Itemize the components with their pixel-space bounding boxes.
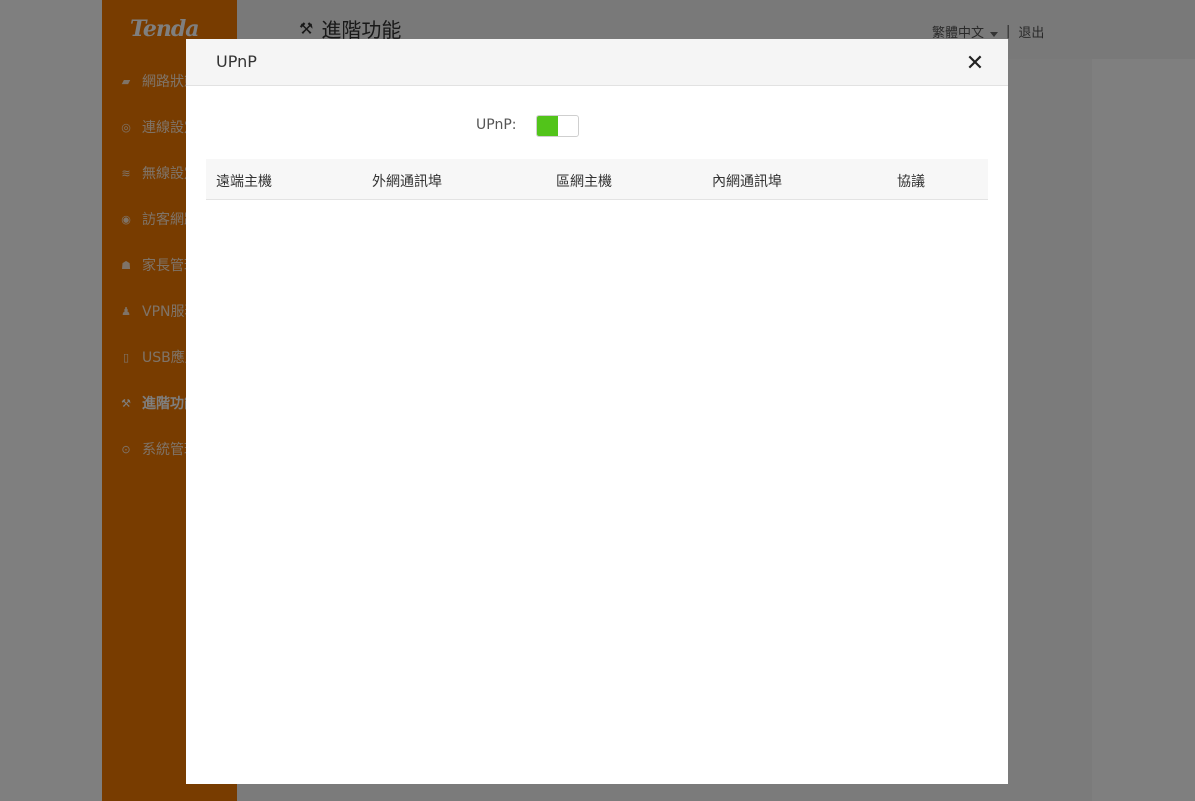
column-header-internal-port: 內網通訊埠 [712,174,782,190]
column-header-lan-host: 區網主機 [556,174,612,190]
upnp-modal: UPnP ✕ UPnP: 遠端主機 外網通訊埠 區網主機 內網通訊埠 協議 [186,39,1008,784]
upnp-setting-row: UPnP: [186,115,1008,137]
column-header-external-port: 外網通訊埠 [372,174,442,190]
column-header-remote-host: 遠端主機 [216,174,272,190]
close-icon[interactable]: ✕ [964,53,986,75]
modal-header: UPnP ✕ [186,39,1008,86]
table-header: 遠端主機 外網通訊埠 區網主機 內網通訊埠 協議 [206,159,988,200]
column-header-protocol: 協議 [897,174,925,190]
modal-title: UPnP [216,52,257,71]
upnp-table: 遠端主機 外網通訊埠 區網主機 內網通訊埠 協議 [206,159,988,200]
upnp-toggle-on-indicator [537,116,558,136]
upnp-toggle[interactable] [536,115,579,137]
upnp-label: UPnP: [476,117,517,133]
